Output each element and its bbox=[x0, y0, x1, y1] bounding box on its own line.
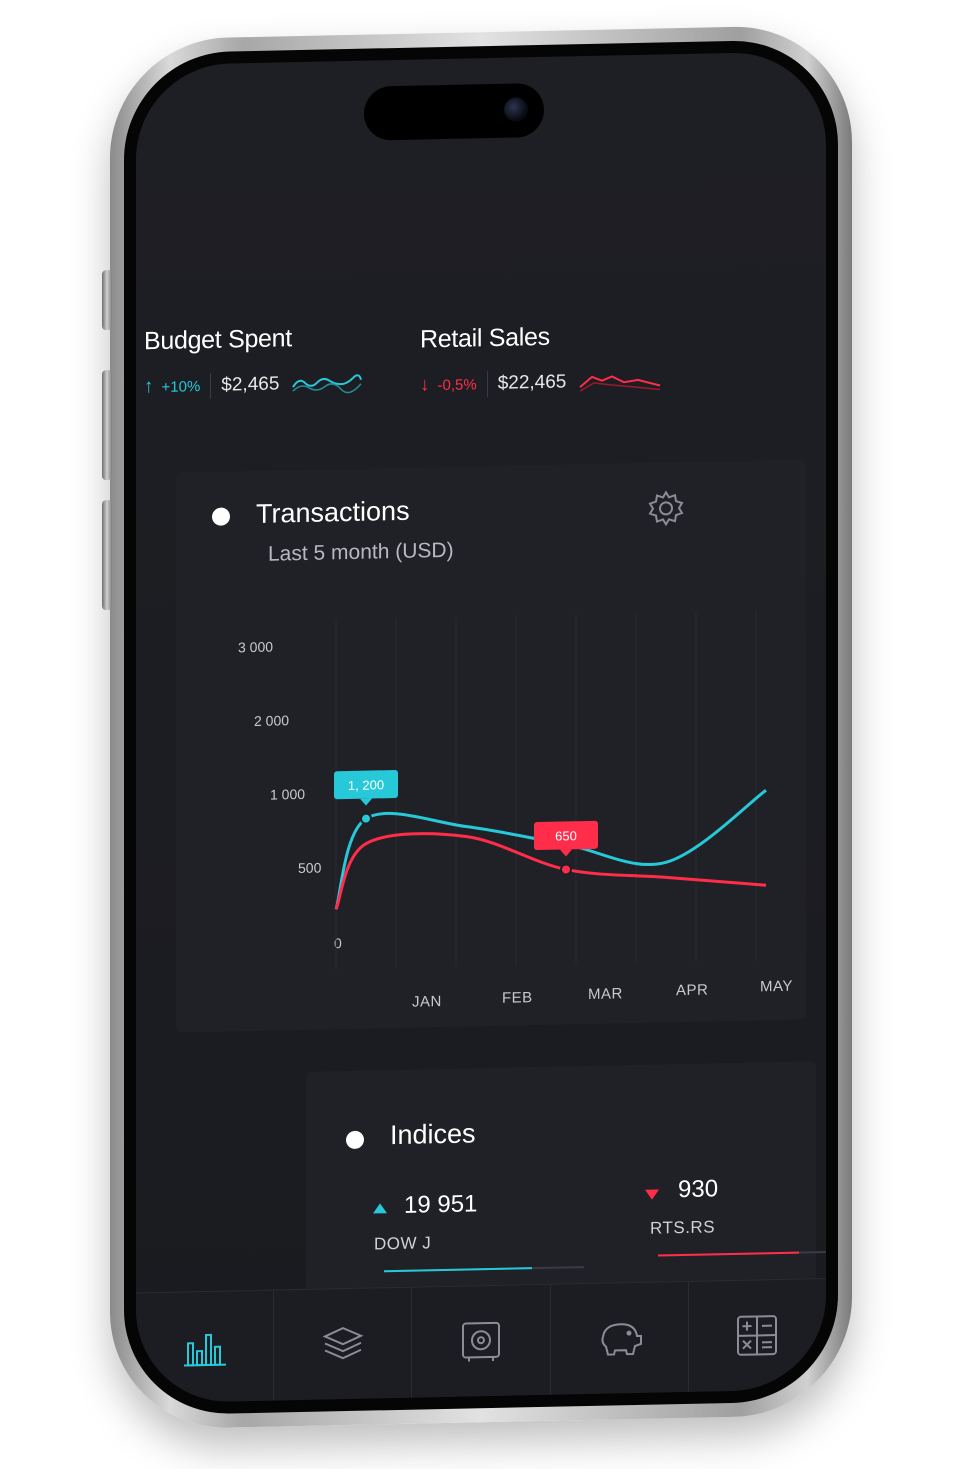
tab-savings[interactable] bbox=[550, 1281, 689, 1395]
triangle-up-icon bbox=[373, 1203, 387, 1214]
gear-icon[interactable] bbox=[646, 488, 686, 529]
mute-switch bbox=[102, 269, 112, 331]
indices-dot bbox=[346, 1130, 364, 1150]
tab-layers[interactable] bbox=[274, 1287, 413, 1401]
volume-down-button bbox=[102, 499, 112, 611]
tab-bar bbox=[136, 1278, 826, 1404]
x-tick-apr: APR bbox=[676, 981, 709, 1000]
dow-j-progress-fill bbox=[384, 1267, 532, 1273]
x-tick-jan: JAN bbox=[412, 993, 442, 1011]
tab-safe[interactable] bbox=[412, 1284, 551, 1398]
dynamic-island bbox=[364, 82, 544, 141]
y-tick: 1 000 bbox=[270, 785, 306, 803]
indices-title: Indices bbox=[390, 1118, 476, 1151]
indices-card: Indices 19 951 DOW J 930 RTS.RS bbox=[306, 1061, 826, 1292]
retail-sales-value: $22,465 bbox=[497, 371, 567, 394]
layers-icon bbox=[322, 1327, 364, 1360]
data-point-marker[interactable] bbox=[360, 812, 372, 825]
callout-pointer bbox=[560, 849, 572, 857]
budget-sparkline bbox=[292, 374, 363, 394]
rts-rs-value: 930 bbox=[678, 1175, 719, 1204]
divider bbox=[486, 371, 488, 398]
arrow-up-icon: ↑ bbox=[144, 376, 154, 398]
arrow-down-icon: ↓ bbox=[420, 374, 430, 396]
rts-rs-progress bbox=[658, 1250, 826, 1257]
retail-sparkline bbox=[579, 375, 661, 392]
divider bbox=[210, 372, 212, 399]
tab-calculator[interactable] bbox=[689, 1279, 826, 1392]
budget-spent-title: Budget Spent bbox=[144, 324, 292, 356]
rts-rs-progress-fill bbox=[658, 1251, 800, 1257]
x-tick-mar: MAR bbox=[588, 985, 623, 1003]
calculator-icon bbox=[737, 1315, 778, 1356]
dow-j-progress bbox=[384, 1266, 584, 1273]
data-point-marker[interactable] bbox=[560, 863, 572, 876]
tab-charts[interactable] bbox=[136, 1290, 275, 1404]
callout-label: 650 bbox=[555, 828, 577, 843]
volume-up-button bbox=[102, 369, 112, 481]
piggy-bank-icon bbox=[601, 1323, 643, 1356]
y-tick: 500 bbox=[298, 859, 322, 877]
phone-device: Budget Spent ↑ +10% $2,465 Retail Sales … bbox=[102, 24, 852, 1431]
dow-j-name: DOW J bbox=[374, 1233, 432, 1254]
transactions-card: Transactions Last 5 month (USD) 3 000 2 … bbox=[176, 459, 806, 1033]
bar-chart-icon bbox=[183, 1333, 226, 1367]
budget-spent-change: +10% bbox=[161, 377, 201, 396]
budget-spent-value: $2,465 bbox=[221, 373, 280, 396]
camera-icon bbox=[504, 97, 528, 122]
x-tick-feb: FEB bbox=[502, 989, 533, 1007]
callout-label: 1, 200 bbox=[348, 777, 384, 793]
y-tick: 2 000 bbox=[254, 712, 290, 729]
budget-spent-stat[interactable]: Budget Spent ↑ +10% $2,465 bbox=[144, 323, 363, 401]
transactions-subtitle: Last 5 month (USD) bbox=[268, 538, 454, 566]
triangle-down-icon bbox=[645, 1189, 659, 1200]
dow-j-value: 19 951 bbox=[404, 1190, 478, 1219]
transactions-chart: 1, 200 650 bbox=[334, 610, 767, 970]
x-tick-may: MAY bbox=[760, 977, 793, 996]
rts-rs-name: RTS.RS bbox=[650, 1217, 716, 1238]
retail-sales-change: -0,5% bbox=[437, 375, 477, 394]
transactions-dot bbox=[212, 507, 230, 526]
stage: Budget Spent ↑ +10% $2,465 Retail Sales … bbox=[0, 0, 962, 1469]
safe-icon bbox=[462, 1321, 500, 1362]
retail-sales-title: Retail Sales bbox=[420, 322, 550, 354]
app-screen: Budget Spent ↑ +10% $2,465 Retail Sales … bbox=[136, 51, 826, 1404]
callout-pointer bbox=[360, 798, 372, 806]
transactions-title: Transactions bbox=[256, 495, 410, 529]
retail-sales-stat[interactable]: Retail Sales ↓ -0,5% $22,465 bbox=[420, 320, 662, 398]
y-tick: 3 000 bbox=[238, 638, 274, 656]
